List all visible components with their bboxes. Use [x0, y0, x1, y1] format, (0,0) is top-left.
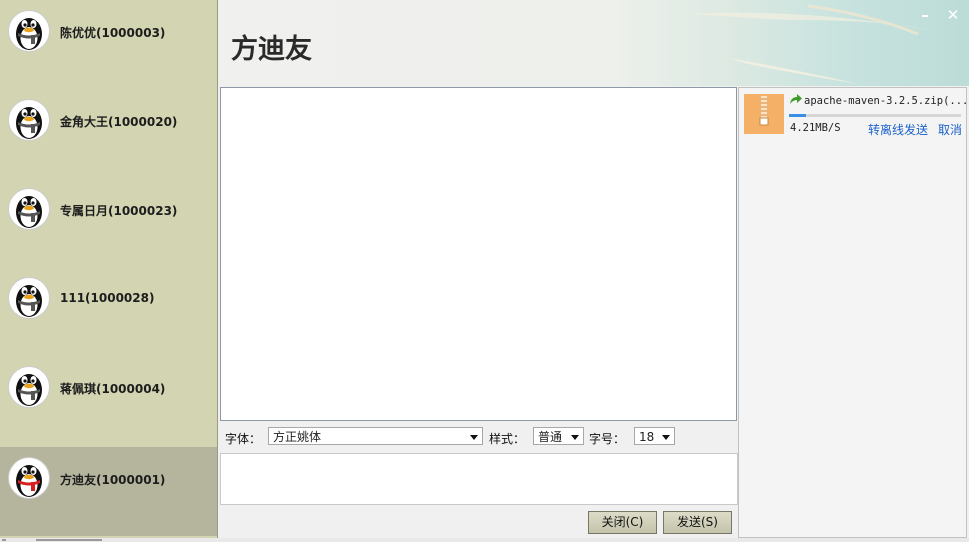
font-label: 字体：	[225, 432, 262, 446]
size-label: 字号：	[589, 432, 626, 446]
transfer-progress-fill	[789, 114, 807, 117]
close-window-button[interactable]: ✕	[945, 7, 961, 23]
transfer-speed: 4.21MB/S	[790, 122, 841, 134]
contact-item[interactable]: 专属日月(1000023)	[0, 178, 217, 267]
contact-name: 蒋佩琪(1000004)	[60, 382, 166, 396]
contact-item[interactable]: 111(1000028)	[0, 267, 217, 356]
chevron-down-icon	[662, 435, 670, 440]
contact-name: 111(1000028)	[60, 291, 155, 305]
chat-header: 方迪友 – ✕	[218, 0, 969, 86]
forward-arrow-icon	[790, 94, 802, 104]
contact-name: 方迪友(1000001)	[60, 473, 166, 487]
zip-file-icon	[744, 94, 784, 134]
cancel-transfer-link[interactable]: 取消	[938, 121, 962, 138]
contact-name: 陈优优(1000003)	[60, 26, 166, 40]
qq-penguin-icon	[8, 99, 50, 141]
qq-penguin-icon	[8, 188, 50, 230]
file-name: apache-maven-3.2.5.zip(...	[804, 95, 969, 107]
font-select[interactable]: 方正姚体	[268, 427, 483, 445]
minimize-button[interactable]: –	[917, 7, 933, 23]
contact-item[interactable]: 陈优优(1000003)	[0, 0, 217, 89]
close-button[interactable]: 关闭(C)	[588, 511, 657, 534]
contact-item[interactable]: 金角大王(1000020)	[0, 89, 217, 178]
contact-list: 陈优优(1000003) 金角大王(1000020) 专属日月(1000023)	[0, 0, 218, 538]
chevron-down-icon	[470, 435, 478, 440]
size-select-value: 18	[639, 430, 655, 444]
font-toolbar: 字体： 方正姚体 样式： 普通 字号： 18	[220, 425, 738, 451]
strip-mark	[36, 539, 102, 541]
strip-mark	[2, 539, 6, 541]
qq-penguin-icon	[8, 366, 50, 408]
chevron-down-icon	[571, 435, 579, 440]
chat-title: 方迪友	[231, 34, 312, 65]
message-history[interactable]	[220, 87, 737, 421]
bottom-strip	[0, 538, 969, 542]
offline-send-link[interactable]: 转离线发送	[868, 121, 928, 138]
file-transfer-panel: apache-maven-3.2.5.zip(... 4.21MB/S 转离线发…	[738, 87, 969, 538]
qq-penguin-icon	[8, 457, 50, 499]
contact-item[interactable]: 蒋佩琪(1000004)	[0, 356, 217, 445]
transfer-progress	[789, 114, 961, 117]
font-select-value: 方正姚体	[273, 430, 322, 444]
qq-penguin-icon	[8, 10, 50, 52]
style-select[interactable]: 普通	[533, 427, 584, 445]
contact-item-selected[interactable]: 方迪友(1000001)	[0, 447, 217, 536]
style-select-value: 普通	[538, 430, 563, 444]
style-label: 样式：	[489, 432, 526, 446]
size-select[interactable]: 18	[634, 427, 675, 445]
contact-name: 金角大王(1000020)	[60, 115, 178, 129]
send-button[interactable]: 发送(S)	[663, 511, 732, 534]
qq-penguin-icon	[8, 277, 50, 319]
compose-input[interactable]	[220, 453, 738, 505]
contact-name: 专属日月(1000023)	[60, 204, 178, 218]
